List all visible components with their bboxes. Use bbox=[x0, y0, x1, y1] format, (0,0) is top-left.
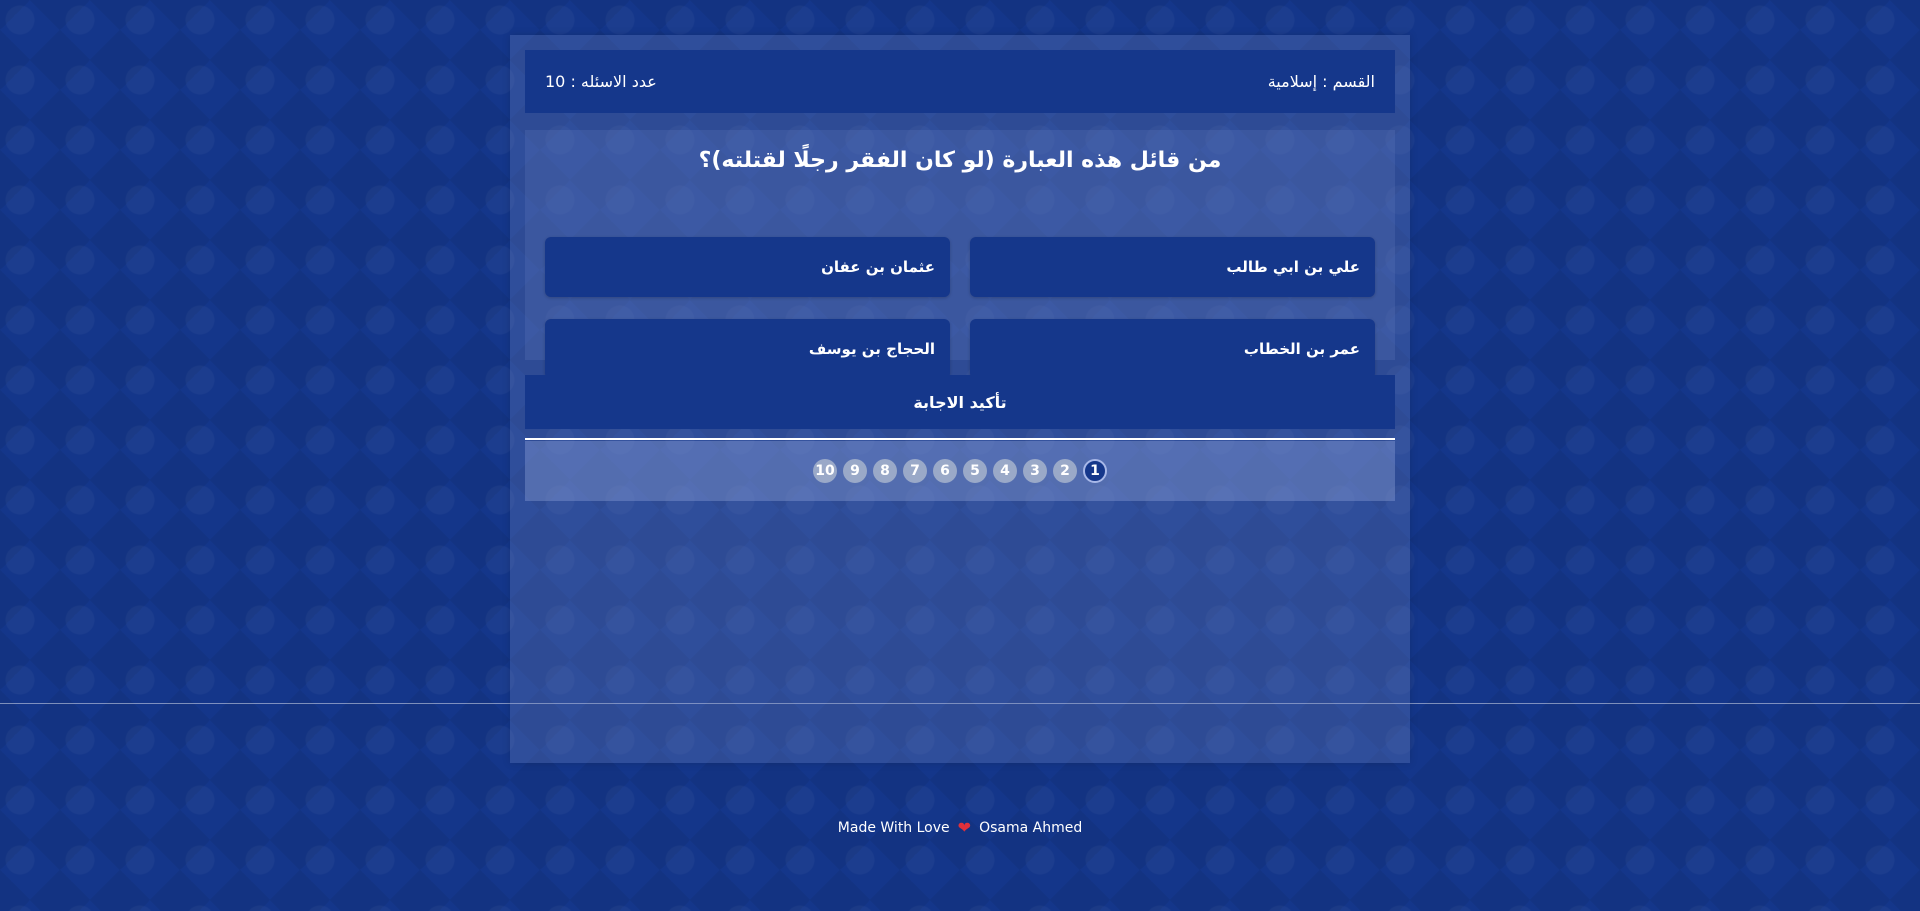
bullet-9[interactable]: 9 bbox=[843, 459, 867, 483]
answer-option-2[interactable]: عثمان بن عفان bbox=[545, 237, 950, 297]
answer-label: عثمان بن عفان bbox=[821, 258, 935, 276]
questions-count-label: عدد الاسئله : 10 bbox=[545, 72, 657, 91]
footer-text: Made With Love bbox=[837, 819, 950, 836]
answer-option-4[interactable]: الحجاج بن يوسف bbox=[545, 319, 950, 379]
footer: Made With Love ❤ Osama Ahmed bbox=[0, 818, 1920, 837]
answer-label: عمر بن الخطاب bbox=[1243, 340, 1360, 358]
question-title: من قائل هذه العبارة (لو كان الفقر رجلًا … bbox=[698, 148, 1222, 173]
bullet-5[interactable]: 5 bbox=[963, 459, 987, 483]
quiz-app: القسم : إسلامية عدد الاسئله : 10 من قائل… bbox=[510, 35, 1410, 763]
bullet-10[interactable]: 10 bbox=[813, 459, 837, 483]
bullet-6[interactable]: 6 bbox=[933, 459, 957, 483]
answer-label: الحجاج بن يوسف bbox=[808, 340, 935, 358]
question-bullets: 1 2 3 4 5 6 7 8 9 10 bbox=[525, 441, 1395, 501]
heart-icon: ❤ bbox=[957, 818, 972, 837]
bullet-7[interactable]: 7 bbox=[903, 459, 927, 483]
answer-label: علي بن ابي طالب bbox=[1226, 258, 1360, 276]
footer-author: Osama Ahmed bbox=[979, 819, 1083, 836]
bullet-3[interactable]: 3 bbox=[1023, 459, 1047, 483]
bullet-2[interactable]: 2 bbox=[1053, 459, 1077, 483]
bullet-4[interactable]: 4 bbox=[993, 459, 1017, 483]
quiz-info-bar: القسم : إسلامية عدد الاسئله : 10 bbox=[525, 50, 1395, 113]
quiz-area: من قائل هذه العبارة (لو كان الفقر رجلًا … bbox=[525, 130, 1395, 379]
answer-option-3[interactable]: عمر بن الخطاب bbox=[970, 319, 1375, 379]
category-label: القسم : إسلامية bbox=[1267, 72, 1375, 91]
bullets-divider bbox=[525, 438, 1395, 440]
bullet-8[interactable]: 8 bbox=[873, 459, 897, 483]
answer-option-1[interactable]: علي بن ابي طالب bbox=[970, 237, 1375, 297]
bullet-1[interactable]: 1 bbox=[1083, 459, 1107, 483]
submit-answer-button[interactable]: تأكيد الاجابة bbox=[525, 375, 1395, 429]
